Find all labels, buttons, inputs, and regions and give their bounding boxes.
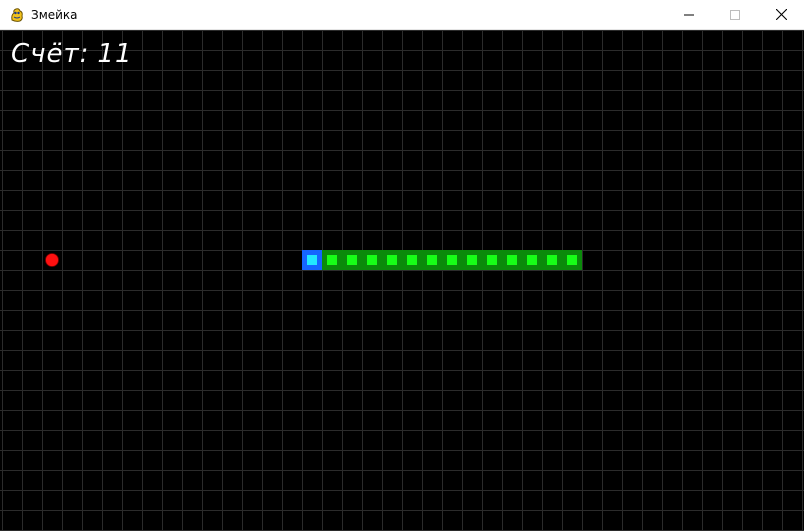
snake-body-segment xyxy=(422,250,442,270)
snake-body-segment xyxy=(542,250,562,270)
title-bar[interactable]: Змейка xyxy=(0,0,804,30)
snake-head xyxy=(302,250,322,270)
snake-body-segment xyxy=(462,250,482,270)
snake-body-segment xyxy=(562,250,582,270)
snake-body-segment xyxy=(342,250,362,270)
snake-body-segment xyxy=(482,250,502,270)
snake-body-segment xyxy=(322,250,342,270)
game-window: Змейка Счёт: 11 xyxy=(0,0,804,531)
snake-body-segment xyxy=(502,250,522,270)
game-playfield[interactable]: Счёт: 11 xyxy=(0,30,804,531)
minimize-button[interactable] xyxy=(666,0,712,29)
score-value: 11 xyxy=(97,39,133,69)
food-apple xyxy=(45,253,59,267)
score-label: Счёт: xyxy=(11,39,90,69)
maximize-icon xyxy=(730,9,740,20)
snake-body-segment xyxy=(382,250,402,270)
snake-body-segment xyxy=(362,250,382,270)
snake-body-segment xyxy=(522,250,542,270)
minimize-icon xyxy=(684,14,694,15)
snake-body-segment xyxy=(442,250,462,270)
window-title: Змейка xyxy=(31,8,78,22)
snake-body-segment xyxy=(402,250,422,270)
score-display: Счёт: 11 xyxy=(11,38,133,70)
close-button[interactable] xyxy=(758,0,804,29)
close-icon xyxy=(775,9,787,20)
maximize-button[interactable] xyxy=(712,0,758,29)
pygame-snake-icon xyxy=(9,7,25,23)
